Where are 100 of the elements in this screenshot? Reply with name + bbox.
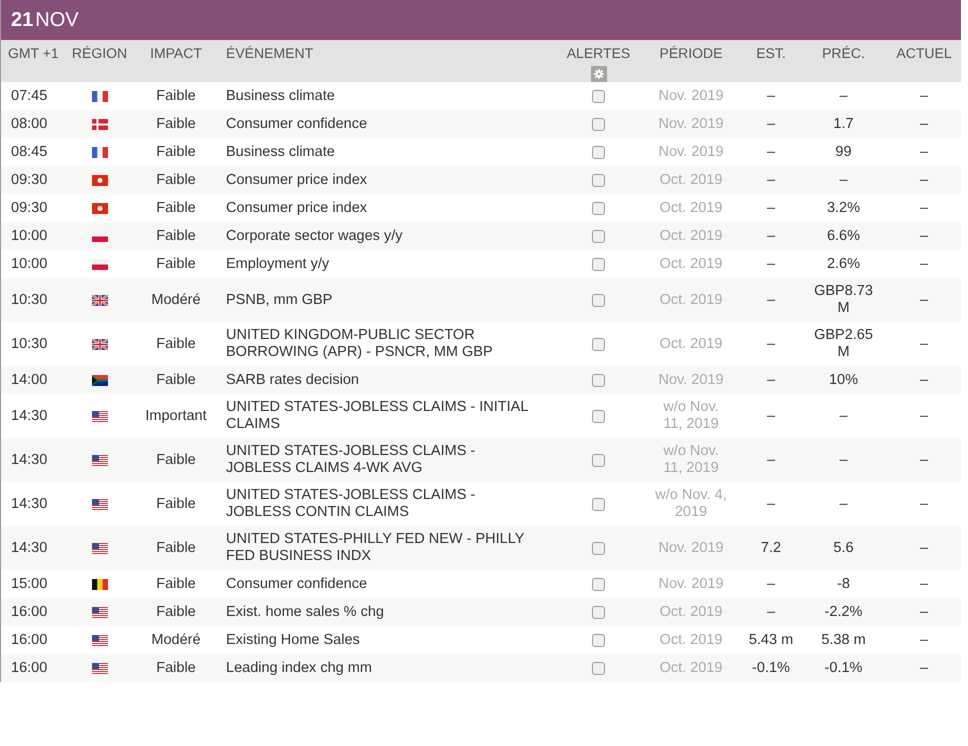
time-cell-text: 08:00 [10, 116, 48, 132]
alert-checkbox[interactable] [592, 542, 605, 554]
alert-checkbox[interactable] [592, 498, 605, 510]
impact-cell-text: Faible [155, 540, 197, 556]
alert-checkbox[interactable] [592, 410, 605, 422]
event-cell-text: SARB rates decision [225, 372, 360, 388]
alert-checkbox[interactable] [592, 202, 605, 214]
actual-cell-text: – [918, 200, 930, 216]
actual-cell-text: – [918, 540, 930, 556]
alert-checkbox[interactable] [592, 338, 605, 350]
period-cell-text: Nov. 2019 [657, 116, 725, 132]
previous-cell-text: – [838, 452, 849, 468]
previous-cell-text: 99 [834, 144, 853, 160]
previous-cell-text: GBP2.65 M [813, 327, 874, 361]
estimate-cell-text: – [766, 200, 776, 216]
time-cell-text: 14:30 [10, 540, 48, 556]
previous-cell-text: -2.2% [824, 604, 864, 620]
alert-checkbox[interactable] [592, 146, 605, 158]
event-cell-text: UNITED STATES-JOBLESS CLAIMS - JOBLESS CLAIMS 4-WK AVG [225, 443, 476, 477]
alert-checkbox[interactable] [592, 118, 605, 130]
period-cell-text: Nov. 2019 [657, 540, 725, 556]
period-cell-text: Oct. 2019 [658, 292, 724, 308]
impact-cell-text: Faible [155, 88, 197, 104]
event-cell-text: UNITED STATES-JOBLESS CLAIMS - INITIAL CLAIMS [225, 399, 529, 433]
actual-cell-text: – [918, 88, 930, 104]
column-header: PÉRIODE [659, 44, 722, 63]
alert-checkbox[interactable] [592, 374, 605, 386]
period-cell-text: Oct. 2019 [658, 632, 724, 648]
impact-cell-text: Faible [155, 604, 197, 620]
column-header: EST. [756, 44, 786, 63]
actual-cell-text: – [918, 604, 930, 620]
estimate-cell-text: – [766, 228, 776, 244]
impact-cell-text: Modéré [150, 292, 202, 308]
event-cell-text: Exist. home sales % chg [225, 604, 385, 620]
time-cell-text: 08:45 [10, 144, 48, 160]
event-cell-text: Leading index chg mm [225, 660, 373, 676]
impact-cell-text: Faible [155, 496, 197, 512]
estimate-cell-text: – [766, 172, 776, 188]
impact-cell-text: Faible [155, 576, 197, 592]
impact-cell-text: Faible [155, 200, 197, 216]
alert-checkbox[interactable] [592, 90, 605, 102]
time-cell-text: 14:30 [10, 408, 48, 424]
event-cell-text: Business climate [225, 88, 336, 104]
time-cell-text: 09:30 [10, 172, 48, 188]
event-cell-text: Consumer price index [225, 172, 368, 188]
time-cell-text: 16:00 [10, 604, 48, 620]
estimate-cell-text: -0.1% [751, 660, 791, 676]
date-month: NOV [35, 8, 79, 33]
period-cell-text: w/o Nov. 4, 2019 [654, 487, 728, 521]
alert-checkbox[interactable] [592, 230, 605, 242]
date-day: 21 [11, 5, 34, 35]
event-cell-text: Consumer confidence [225, 576, 368, 592]
estimate-cell-text: – [766, 116, 776, 132]
period-cell-text: Oct. 2019 [658, 172, 724, 188]
period-cell-text: w/o Nov. 11, 2019 [662, 399, 720, 433]
period-cell-text: Oct. 2019 [658, 604, 724, 620]
column-header: RÉGION [72, 44, 128, 63]
alert-checkbox[interactable] [592, 454, 605, 466]
estimate-cell-text: – [766, 408, 776, 424]
estimate-cell-text: – [766, 256, 776, 272]
alert-checkbox[interactable] [592, 634, 605, 646]
alert-checkbox[interactable] [592, 578, 605, 590]
alert-checkbox[interactable] [592, 662, 605, 674]
event-cell-text: UNITED STATES-PHILLY FED NEW - PHILLY FED BUSINESS INDX [225, 531, 526, 565]
time-cell-text: 14:00 [10, 372, 48, 388]
estimate-cell-text: – [766, 576, 776, 592]
column-header: IMPACT [150, 44, 202, 63]
actual-cell-text: – [918, 576, 930, 592]
period-cell-text: Oct. 2019 [658, 336, 724, 352]
impact-cell-text: Faible [155, 660, 197, 676]
period-cell-text: Nov. 2019 [657, 88, 725, 104]
alert-checkbox[interactable] [592, 606, 605, 618]
estimate-cell-text: – [766, 604, 776, 620]
column-header: PRÉC. [822, 44, 865, 63]
estimate-cell-text: – [766, 452, 776, 468]
period-cell-text: Oct. 2019 [658, 256, 724, 272]
alert-checkbox[interactable] [592, 174, 605, 186]
alert-checkbox[interactable] [592, 258, 605, 270]
event-cell-text: Employment y/y [225, 256, 330, 272]
estimate-cell-text: – [766, 88, 776, 104]
event-cell-text: PSNB, mm GBP [225, 292, 334, 308]
actual-cell-text: – [918, 452, 930, 468]
estimate-cell-text: – [766, 496, 776, 512]
impact-cell-text: Modéré [150, 632, 202, 648]
settings-icon[interactable] [590, 66, 606, 82]
time-cell-text: 15:00 [10, 576, 48, 592]
impact-cell-text: Faible [155, 228, 197, 244]
time-cell-text: 10:00 [10, 228, 48, 244]
actual-cell-text: – [918, 172, 930, 188]
estimate-cell-text: 5.43 m [748, 632, 794, 648]
impact-cell-text: Faible [155, 144, 197, 160]
actual-cell-text: – [918, 144, 930, 160]
event-cell-text: Existing Home Sales [225, 632, 361, 648]
time-cell-text: 14:30 [10, 496, 48, 512]
time-cell-text: 07:45 [10, 88, 48, 104]
previous-cell-text: -8 [836, 576, 851, 592]
event-cell-text: UNITED KINGDOM-PUBLIC SECTOR BORROWING (APR) - PSNCR, MM GBP [225, 327, 494, 361]
period-cell-text: Nov. 2019 [657, 372, 725, 388]
impact-cell-text: Faible [155, 116, 197, 132]
alert-checkbox[interactable] [592, 294, 605, 306]
